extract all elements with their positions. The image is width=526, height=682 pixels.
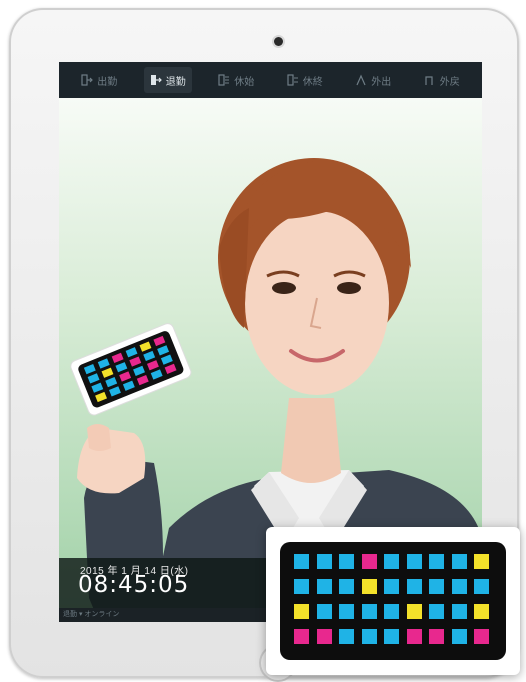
tab-clock-in[interactable]: 出勤 <box>75 67 123 93</box>
card-cell <box>406 554 422 569</box>
card-cell <box>451 629 467 644</box>
tab-clock-out[interactable]: 退勤 <box>143 67 192 93</box>
logout-icon <box>150 75 162 85</box>
card-cell <box>294 604 309 619</box>
card-cell <box>361 629 377 644</box>
card-cell <box>474 579 489 594</box>
card-cell <box>339 629 354 644</box>
return-icon <box>425 76 433 85</box>
card-cell <box>294 629 309 644</box>
card-cell <box>294 579 309 594</box>
card-cell <box>384 554 399 569</box>
card-cell <box>361 604 377 619</box>
card-cell <box>339 554 354 569</box>
card-cell <box>316 629 332 644</box>
tab-break-start[interactable]: 休始 <box>212 67 260 93</box>
break-end-icon <box>287 74 298 86</box>
card-cell <box>474 554 489 569</box>
color-code-card <box>280 542 506 660</box>
card-cell <box>384 579 399 594</box>
card-cell <box>361 554 377 569</box>
card-cell <box>339 604 354 619</box>
card-cell <box>406 629 422 644</box>
card-cell <box>451 604 467 619</box>
tab-label: 休始 <box>234 76 255 88</box>
card-zoom-callout <box>266 527 520 675</box>
card-cell <box>384 604 399 619</box>
card-cell <box>429 629 444 644</box>
attendance-toolbar: 出勤 退勤 休始 休終 外出 外戻 <box>59 62 482 98</box>
card-cell <box>316 579 332 594</box>
card-cell <box>361 579 377 594</box>
card-cell <box>429 604 444 619</box>
card-cell <box>474 629 489 644</box>
card-cell <box>316 554 332 569</box>
tab-label: 出勤 <box>97 76 118 88</box>
card-cell <box>316 604 332 619</box>
login-icon <box>81 74 94 86</box>
camera-icon <box>274 37 283 46</box>
card-cell <box>451 579 467 594</box>
tab-go-out[interactable]: 外出 <box>349 67 397 93</box>
card-cell <box>384 629 399 644</box>
card-cell <box>451 554 467 569</box>
card-cell <box>429 579 444 594</box>
break-start-icon <box>218 74 230 86</box>
card-cell <box>339 579 354 594</box>
tab-label: 休終 <box>302 76 323 88</box>
card-cell <box>429 554 444 569</box>
card-cell <box>406 579 422 594</box>
tab-break-end[interactable]: 休終 <box>281 67 329 93</box>
tab-label: 外戻 <box>439 76 460 88</box>
card-cell <box>474 604 489 619</box>
card-cell <box>406 604 422 619</box>
tab-label: 退勤 <box>165 76 186 88</box>
tab-label: 外出 <box>371 76 392 88</box>
go-out-icon <box>356 74 366 86</box>
time-display: 08:45:05 <box>78 572 190 598</box>
tab-return[interactable]: 外戻 <box>418 67 466 93</box>
card-cell <box>294 554 309 569</box>
